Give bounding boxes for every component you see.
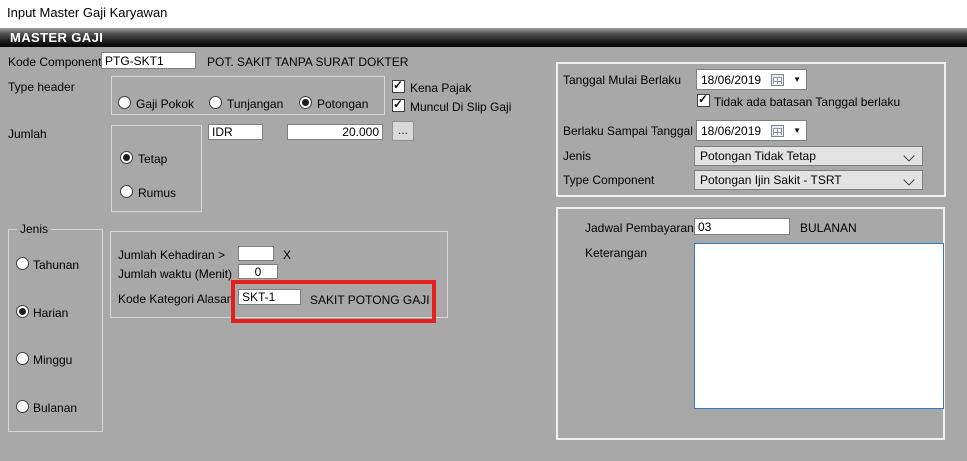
checkbox-kena-pajak-label[interactable]: Kena Pajak [410, 81, 471, 95]
kode-component-input[interactable] [101, 52, 196, 69]
check-icon: ✓ [393, 97, 403, 111]
jenis-right-label: Jenis [563, 149, 591, 163]
type-header-label: Type header [8, 80, 75, 94]
radio-tunjangan-label[interactable]: Tunjangan [227, 97, 283, 111]
jadwal-suffix: BULANAN [800, 221, 857, 235]
section-header-title: MASTER GAJI [10, 30, 103, 45]
app-window: Input Master Gaji Karyawan MASTER GAJI K… [0, 0, 967, 461]
radio-harian[interactable] [16, 305, 29, 318]
jenis-groupbox-title: Jenis [17, 222, 51, 236]
radio-minggu[interactable] [16, 352, 29, 365]
radio-potongan-label[interactable]: Potongan [317, 97, 368, 111]
type-component-dropdown-value: Potongan Ijin Sakit - TSRT [700, 173, 842, 187]
radio-rumus-label[interactable]: Rumus [138, 186, 176, 200]
keterangan-label: Keterangan [585, 246, 647, 260]
radio-bulanan-label[interactable]: Bulanan [33, 401, 77, 415]
checkbox-no-limit-label[interactable]: Tidak ada batasan Tanggal berlaku [714, 95, 900, 109]
radio-tahunan-label[interactable]: Tahunan [33, 258, 79, 272]
dropdown-arrow-icon[interactable]: ▼ [793, 126, 801, 135]
radio-bulanan[interactable] [16, 400, 29, 413]
radio-tunjangan[interactable] [209, 96, 222, 109]
jumlah-kehadiran-suffix: X [283, 248, 291, 262]
jadwal-input[interactable] [694, 218, 790, 235]
window-title: Input Master Gaji Karyawan [7, 5, 167, 20]
section-header: MASTER GAJI [0, 28, 967, 47]
kode-kategori-description: SAKIT POTONG GAJI [310, 293, 430, 307]
jumlah-waktu-label: Jumlah waktu (Menit) [118, 267, 232, 281]
type-component-label: Type Component [563, 173, 654, 187]
checkbox-muncul-slip[interactable]: ✓ [392, 99, 405, 112]
check-icon: ✓ [698, 92, 708, 106]
berlaku-sampai-value: 18/06/2019 [701, 124, 761, 138]
radio-tetap-label[interactable]: Tetap [138, 152, 167, 166]
tanggal-mulai-value: 18/06/2019 [701, 73, 761, 87]
checkbox-no-limit[interactable]: ✓ [697, 94, 710, 107]
jumlah-label: Jumlah [8, 127, 47, 141]
checkbox-kena-pajak[interactable]: ✓ [392, 80, 405, 93]
dropdown-arrow-icon[interactable]: ▼ [793, 75, 801, 84]
kode-kategori-label: Kode Kategori Alasan [118, 292, 233, 306]
kode-kategori-input[interactable] [238, 289, 301, 305]
currency-input[interactable] [208, 124, 263, 140]
radio-tahunan[interactable] [16, 257, 29, 270]
calendar-icon[interactable] [771, 74, 784, 86]
browse-button[interactable]: ... [392, 121, 414, 141]
jadwal-label: Jadwal Pembayaran [585, 221, 694, 235]
jumlah-kehadiran-label: Jumlah Kehadiran > [118, 248, 225, 262]
tanggal-mulai-label: Tanggal Mulai Berlaku [563, 73, 681, 87]
jenis-dropdown[interactable]: Potongan Tidak Tetap [694, 146, 923, 166]
chevron-down-icon [903, 174, 914, 185]
amount-input[interactable] [287, 124, 383, 140]
chevron-down-icon [903, 150, 914, 161]
kode-component-description: POT. SAKIT TANPA SURAT DOKTER [207, 55, 408, 69]
radio-minggu-label[interactable]: Minggu [33, 353, 72, 367]
type-component-dropdown[interactable]: Potongan Ijin Sakit - TSRT [694, 170, 923, 190]
jumlah-kehadiran-input[interactable] [238, 246, 274, 261]
radio-gaji-pokok-label[interactable]: Gaji Pokok [136, 97, 194, 111]
radio-gaji-pokok[interactable] [118, 96, 131, 109]
checkbox-muncul-slip-label[interactable]: Muncul Di Slip Gaji [410, 100, 511, 114]
calendar-icon[interactable] [771, 125, 784, 137]
jenis-dropdown-value: Potongan Tidak Tetap [700, 149, 816, 163]
form-body: Kode Component POT. SAKIT TANPA SURAT DO… [0, 47, 967, 461]
radio-tetap[interactable] [120, 151, 133, 164]
jumlah-waktu-input[interactable] [238, 264, 278, 279]
kode-component-label: Kode Component [8, 55, 101, 69]
keterangan-textarea[interactable] [694, 243, 944, 409]
radio-rumus[interactable] [120, 185, 133, 198]
tanggal-mulai-datepicker[interactable]: 18/06/2019 ▼ [696, 69, 807, 90]
berlaku-sampai-label: Berlaku Sampai Tanggal [563, 124, 693, 138]
berlaku-sampai-datepicker[interactable]: 18/06/2019 ▼ [696, 120, 807, 141]
check-icon: ✓ [393, 78, 403, 92]
radio-harian-label[interactable]: Harian [33, 306, 68, 320]
radio-potongan[interactable] [299, 96, 312, 109]
